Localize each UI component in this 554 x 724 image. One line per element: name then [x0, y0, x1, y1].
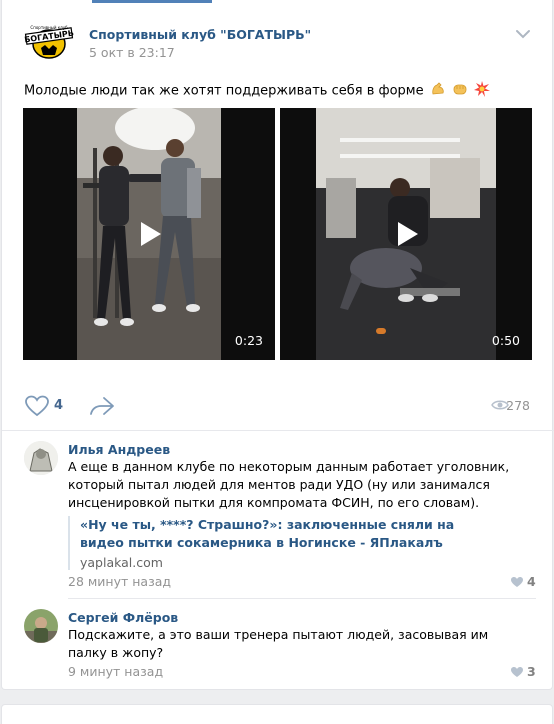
next-post-card — [1, 704, 553, 724]
post-card: БОГАТЫРЬ Спортивный клуб Спортивный клуб… — [1, 0, 554, 690]
comment-like-button[interactable]: 4 — [510, 574, 536, 590]
post-likes-count: 4 — [54, 398, 64, 413]
chevron-down-icon[interactable] — [515, 28, 531, 40]
avatar[interactable] — [24, 441, 58, 475]
post-text-content: Молодые люди так же хотят поддерживать с… — [24, 83, 424, 99]
heart-icon — [511, 667, 523, 677]
video-duration: 0:23 — [234, 333, 263, 348]
flexed-biceps-icon — [430, 81, 446, 101]
comment-time[interactable]: 9 минут назад — [68, 664, 163, 679]
video-duration: 0:50 — [491, 333, 520, 348]
post-text: Молодые люди так же хотят поддерживать с… — [24, 81, 491, 101]
divider — [68, 598, 536, 599]
post-views-count: 278 — [506, 398, 530, 413]
group-name-link[interactable]: Спортивный клуб "БОГАТЫРЬ" — [89, 27, 311, 42]
post-date[interactable]: 5 окт в 23:17 — [89, 45, 175, 60]
like-button[interactable] — [24, 394, 50, 418]
play-icon[interactable] — [129, 214, 169, 254]
comment-time[interactable]: 28 минут назад — [68, 574, 171, 589]
heart-icon — [25, 395, 49, 417]
video-thumbnail-2[interactable]: 0:50 — [280, 108, 532, 360]
link-title[interactable]: «Ну че ты, ****? Страшно?»: заключенные … — [80, 516, 500, 552]
share-arrow-icon — [90, 397, 114, 415]
link-domain[interactable]: yaplakal.com — [80, 555, 500, 570]
comment-text: Подскажите, а это ваши тренера пытают лю… — [68, 627, 489, 660]
svg-text:Спортивный клуб: Спортивный клуб — [30, 25, 68, 30]
tab-underline — [2, 0, 554, 4]
comment-author[interactable]: Сергей Флёров — [68, 610, 178, 625]
video-thumbnail-1[interactable]: 0:23 — [23, 108, 275, 360]
comment-author[interactable]: Илья Андреев — [68, 442, 170, 457]
play-icon[interactable] — [386, 214, 426, 254]
comment-like-count: 3 — [527, 664, 536, 679]
collision-icon — [474, 81, 491, 101]
comment-like-count: 4 — [527, 574, 536, 589]
fist-icon — [452, 81, 468, 101]
share-button[interactable] — [89, 395, 115, 417]
divider — [2, 430, 554, 431]
comment-like-button[interactable]: 3 — [510, 664, 536, 680]
avatar[interactable] — [24, 609, 58, 643]
link-snippet[interactable]: «Ну че ты, ****? Страшно?»: заключенные … — [68, 516, 500, 570]
comment-text: А еще в данном клубе по некоторым данным… — [68, 459, 510, 510]
heart-icon — [511, 577, 523, 587]
group-logo[interactable]: БОГАТЫРЬ Спортивный клуб — [24, 22, 74, 62]
